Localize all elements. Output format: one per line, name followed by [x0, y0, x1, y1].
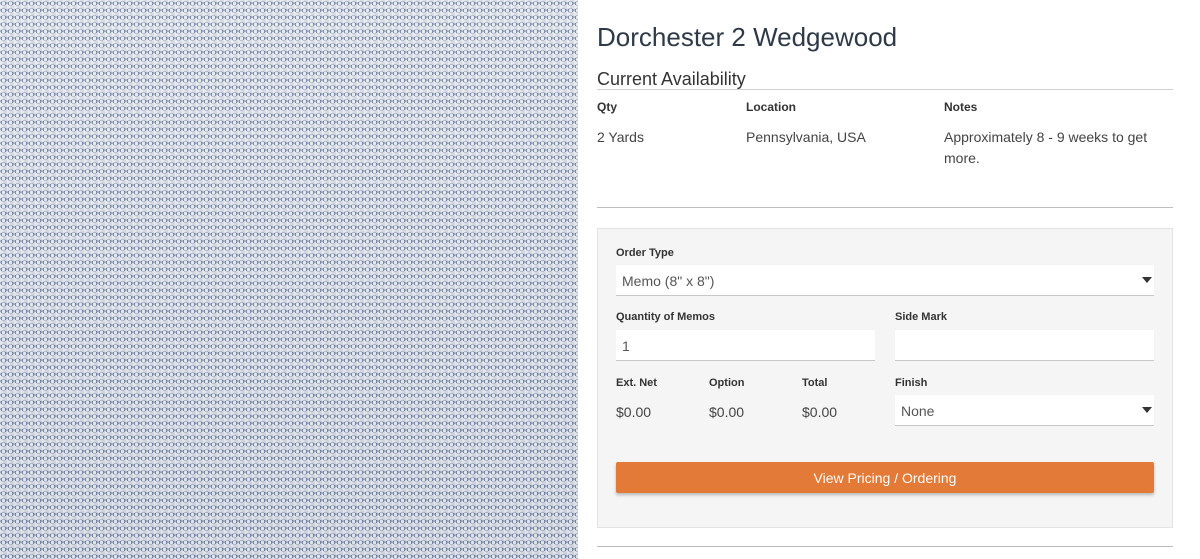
qty-column-header: Qty — [597, 100, 618, 114]
finish-label: Finish — [895, 377, 928, 389]
order-type-selected-value: Memo (8" x 8") — [622, 273, 715, 289]
finish-select[interactable]: None — [895, 395, 1154, 426]
side-mark-label: Side Mark — [895, 311, 947, 323]
quantity-input[interactable]: 1 — [616, 330, 875, 361]
finish-selected-value: None — [901, 403, 935, 419]
location-value: Pennsylvania, USA — [746, 129, 866, 145]
total-value: $0.00 — [802, 404, 838, 420]
product-title: Dorchester 2 Wedgewood — [597, 22, 898, 52]
ext-net-label: Ext. Net — [616, 377, 657, 389]
fabric-swatch-image — [0, 0, 578, 559]
availability-divider — [597, 89, 1173, 90]
order-type-select[interactable]: Memo (8" x 8") — [616, 265, 1154, 296]
location-column-header: Location — [746, 100, 796, 114]
option-label: Option — [709, 377, 745, 389]
availability-heading: Current Availability — [597, 69, 746, 89]
quantity-label: Quantity of Memos — [616, 311, 716, 323]
option-value: $0.00 — [709, 404, 745, 420]
total-label: Total — [802, 377, 828, 389]
notes-column-header: Notes — [944, 100, 978, 114]
view-pricing-ordering-button[interactable]: View Pricing / Ordering — [616, 462, 1154, 493]
notes-value: Approximately 8 - 9 weeks to get more. — [944, 129, 1148, 166]
fabric-swatch-shading — [0, 0, 578, 559]
side-mark-input[interactable] — [895, 330, 1154, 361]
qty-value: 2 Yards — [597, 129, 644, 145]
availability-bottom-divider — [597, 207, 1173, 208]
ext-net-value: $0.00 — [616, 404, 652, 420]
bottom-divider — [597, 546, 1173, 547]
order-form: Order Type Memo (8" x 8") Quantity of Me… — [597, 228, 1173, 528]
caret-down-icon — [1142, 407, 1152, 413]
quantity-input-value: 1 — [622, 338, 630, 354]
caret-down-icon — [1142, 277, 1152, 283]
order-type-label: Order Type — [616, 247, 674, 259]
